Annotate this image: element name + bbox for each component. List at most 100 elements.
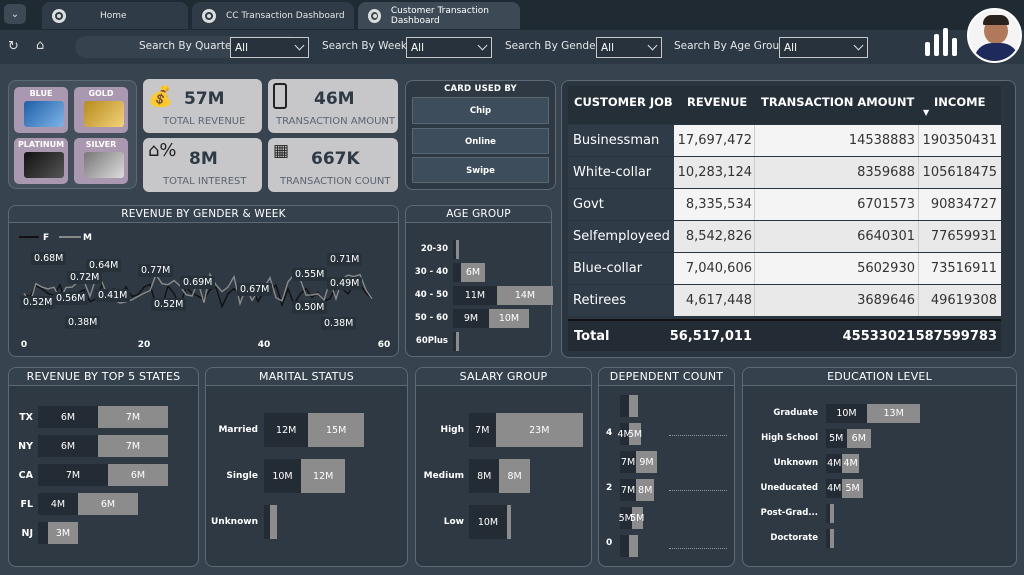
slicer-option-chip[interactable]: Chip	[412, 97, 549, 124]
bar-segment-dark: 7M	[620, 451, 637, 473]
card-blue[interactable]: BLUE	[14, 87, 68, 133]
chevron-down-icon[interactable]: ⌄	[4, 4, 26, 24]
chart-title: REVENUE BY TOP 5 STATES	[9, 368, 198, 386]
amount-value: 3689646	[857, 293, 915, 308]
bar-segment-dark	[620, 395, 629, 417]
data-label: 0.38M	[65, 316, 101, 329]
y-tick-label: 0	[606, 538, 613, 548]
gender-filter-label: Search By Gender	[505, 40, 600, 52]
slicer-title: CARD USED BY	[444, 84, 517, 94]
week-select[interactable]: All	[406, 37, 492, 58]
tab-label: Customer Transaction Dashboard	[390, 5, 489, 26]
bar-segment-dark: 4M	[38, 493, 78, 515]
tab-customer-transaction[interactable]: Customer Transaction Dashboard	[358, 2, 520, 29]
table-row[interactable]: Retirees 4,617,448 3689646 49619308	[568, 285, 1001, 316]
kpi-transaction-amount: 46M TRANSACTION AMOUNT	[268, 79, 398, 133]
x-tick-label: 60	[378, 340, 391, 350]
gridline	[669, 490, 727, 491]
age-value: All	[784, 41, 798, 54]
category-label: 60Plus	[415, 336, 448, 346]
category-label: 50 - 60	[414, 313, 448, 323]
x-tick-label: 20	[138, 340, 151, 350]
column-divider	[918, 253, 919, 284]
quarter-select[interactable]: All	[230, 37, 309, 58]
card-silver[interactable]: SILVER	[74, 138, 128, 184]
dependent-count-chart: DEPENDENT COUNT 4M 5M 7M 9M 7M 8M 5M 5M 4 2 0	[598, 367, 735, 567]
y-tick-label: 2	[606, 483, 613, 493]
income-value: 49619308	[930, 293, 997, 308]
data-label: 0.52M	[151, 298, 187, 311]
column-divider	[754, 189, 755, 220]
data-label: 0.77M	[138, 264, 174, 277]
col-header-income[interactable]: INCOME	[934, 95, 985, 109]
data-label: 0.56M	[53, 292, 89, 305]
gender-select[interactable]: All	[596, 37, 662, 58]
x-tick-label: 40	[258, 340, 271, 350]
kpi-total-revenue: 💰 57M TOTAL REVENUE	[143, 79, 262, 133]
bar-segment-dark: 7M	[620, 479, 637, 501]
bar-segment-dark: 5M	[826, 429, 847, 448]
bar-segment-dark: 7M	[38, 464, 108, 486]
tab-cc-transaction[interactable]: CC Transaction Dashboard	[192, 2, 354, 29]
card-platinum[interactable]: PLATINUM	[14, 138, 68, 184]
card-label: PLATINUM	[17, 140, 65, 149]
category-label: 40 - 50	[414, 290, 448, 300]
bar-segment-light: 8M	[499, 459, 530, 493]
chevron-down-icon	[853, 40, 864, 51]
amount-value: 6701573	[857, 197, 915, 212]
sort-desc-icon: ▼	[923, 108, 930, 117]
column-divider	[918, 157, 919, 188]
job-name: Selfemployeed	[573, 229, 670, 244]
amount-value: 6640301	[857, 229, 915, 244]
age-select[interactable]: All	[779, 37, 868, 58]
bar-segment-dark: 6M	[38, 406, 98, 428]
table-row[interactable]: Govt 8,335,534 6701573 90834727	[568, 189, 1001, 220]
table-row[interactable]: Selfemployeed 8,542,826 6640301 77659931	[568, 221, 1001, 252]
amount-value: 8359688	[857, 165, 915, 180]
income-value: 73516911	[930, 261, 997, 276]
phone-pay-icon	[273, 83, 287, 109]
bar-chart-logo-icon	[925, 28, 961, 58]
data-label: 0.41M	[95, 289, 131, 302]
card-label: SILVER	[85, 140, 117, 149]
category-label: Unknown	[210, 516, 258, 527]
bar-segment-dark: 7M	[469, 413, 496, 447]
col-header-amount[interactable]: TRANSACTION AMOUNT	[761, 95, 914, 109]
job-name: White-collar	[573, 165, 652, 180]
education-level-chart: EDUCATION LEVEL Graduate 10M 13M High Schoo…	[742, 367, 1017, 567]
home-icon[interactable]: ⌂	[36, 38, 44, 53]
chrome-icon	[202, 8, 216, 23]
table-row[interactable]: Businessman 17,697,472 14538883 190350431	[568, 125, 1001, 156]
house-percent-icon: ⌂%	[148, 140, 177, 161]
slicer-option-online[interactable]: Online	[412, 128, 549, 154]
category-label: High School	[761, 433, 818, 443]
customer-job-table: CUSTOMER JOB REVENUE TRANSACTION AMOUNT …	[568, 86, 1001, 351]
slicer-option-swipe[interactable]: Swipe	[412, 157, 549, 183]
kpi-total-interest: ⌂% 8M TOTAL INTEREST	[143, 138, 262, 192]
tab-home[interactable]: Home	[42, 2, 188, 29]
chart-title: REVENUE BY GENDER & WEEK	[9, 206, 398, 223]
bar-segment-light: 13M	[867, 404, 921, 423]
category-label: Unknown	[773, 458, 818, 468]
category-label: 30 - 40	[414, 267, 448, 277]
category-label: Medium	[423, 470, 464, 481]
revenue-value: 4,617,448	[685, 293, 752, 308]
column-divider	[754, 157, 755, 188]
refresh-icon[interactable]: ↻	[8, 39, 19, 54]
bar-segment-dark: 10M	[469, 505, 507, 539]
chrome-icon	[52, 8, 66, 23]
card-label: GOLD	[88, 89, 114, 98]
col-header-job[interactable]: CUSTOMER JOB	[574, 95, 673, 109]
bar-segment-light: 6M	[461, 263, 485, 282]
chrome-icon	[368, 8, 381, 23]
table-row[interactable]: Blue-collar 7,040,606 5602930 73516911	[568, 253, 1001, 284]
revenue-value: 10,283,124	[677, 165, 752, 180]
data-label: 0.67M	[237, 283, 273, 296]
table-row[interactable]: White-collar 10,283,124 8359688 105618475	[568, 157, 1001, 188]
card-gold[interactable]: GOLD	[74, 87, 128, 133]
week-value: All	[411, 41, 425, 54]
bar-segment-light: 3M	[48, 522, 78, 544]
total-label: Total	[574, 329, 610, 344]
col-header-revenue[interactable]: REVENUE	[687, 95, 747, 109]
category-label: Single	[226, 470, 258, 481]
